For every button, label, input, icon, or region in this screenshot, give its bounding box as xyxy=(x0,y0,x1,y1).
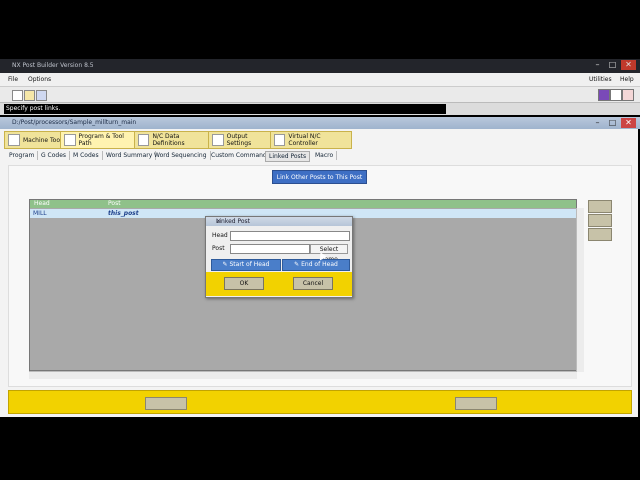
subtab-custom-command[interactable]: Custom Command xyxy=(208,151,271,160)
toolbar xyxy=(0,87,640,103)
column-head: Head xyxy=(34,200,50,207)
help-context-icon[interactable] xyxy=(598,89,610,101)
nc-data-icon xyxy=(138,134,150,146)
program-toolpath-icon xyxy=(64,134,76,146)
menu-file[interactable]: File xyxy=(8,76,18,83)
horizontal-scrollbar[interactable] xyxy=(29,371,577,379)
help-what-icon[interactable] xyxy=(610,89,622,101)
maximize-icon[interactable]: □ xyxy=(606,118,619,128)
row-post-cell: this_post xyxy=(108,210,139,217)
menu-help[interactable]: Help xyxy=(620,76,634,83)
subtab-m-codes[interactable]: M Codes xyxy=(70,151,103,160)
save-icon[interactable] xyxy=(36,90,47,101)
menu-options[interactable]: Options xyxy=(28,76,51,83)
new-file-icon[interactable] xyxy=(12,90,23,101)
post-window-controls: – □ ✕ xyxy=(591,118,636,128)
virtual-nc-icon xyxy=(274,134,286,146)
tab-label: Virtual N/C Controller xyxy=(288,133,321,147)
app-title: NX Post Builder Version 8.5 xyxy=(12,62,94,69)
head-input[interactable] xyxy=(230,231,350,241)
tab-machine-tool[interactable]: Machine Tool xyxy=(4,131,66,149)
post-window-titlebar: D:/Post/processors/Sample_millturn_main … xyxy=(0,117,640,129)
bottom-left-button[interactable] xyxy=(145,397,187,410)
tab-label: Machine Tool xyxy=(23,136,62,144)
close-icon[interactable]: ✕ xyxy=(216,218,344,225)
subtab-g-codes[interactable]: G Codes xyxy=(38,151,71,160)
tab-output-settings[interactable]: Output Settings xyxy=(208,131,276,149)
side-button-2[interactable] xyxy=(588,214,612,227)
vertical-scrollbar[interactable] xyxy=(576,208,584,372)
link-other-posts-button[interactable]: Link Other Posts to This Post xyxy=(272,170,367,184)
menu-utilities[interactable]: Utilities xyxy=(589,76,612,83)
post-label: Post xyxy=(212,245,225,252)
subtab-word-summary[interactable]: Word Summary xyxy=(103,151,157,160)
output-settings-icon xyxy=(212,134,224,146)
status-bar: Specify post links. xyxy=(0,103,640,115)
select-name-button[interactable]: Select Name xyxy=(310,244,348,263)
subtab-program[interactable]: Program xyxy=(6,151,39,160)
maximize-icon[interactable]: □ xyxy=(606,60,619,70)
bottom-right-button[interactable] xyxy=(455,397,497,410)
start-of-head-label: Start of Head xyxy=(229,261,270,268)
head-label: Head xyxy=(212,232,228,239)
dialog-titlebar: Linked Post ✕ xyxy=(206,217,352,226)
minimize-icon[interactable]: – xyxy=(591,60,604,70)
post-input[interactable] xyxy=(230,244,310,254)
ok-button[interactable]: OK xyxy=(224,277,264,290)
close-icon[interactable]: ✕ xyxy=(621,118,636,128)
app-titlebar: NX Post Builder Version 8.5 – □ ✕ xyxy=(0,59,640,73)
app-window-controls: – □ ✕ xyxy=(591,60,636,70)
minimize-icon[interactable]: – xyxy=(591,118,604,128)
sub-tabs: Program G Codes M Codes Word Summary Wor… xyxy=(4,151,634,163)
side-button-3[interactable] xyxy=(588,228,612,241)
subtab-macro[interactable]: Macro xyxy=(312,151,338,160)
tab-label: Program & Tool Path xyxy=(78,133,124,147)
subtab-linked-posts[interactable]: Linked Posts xyxy=(265,151,311,162)
start-of-head-button[interactable]: ✎ Start of Head xyxy=(211,259,281,271)
bottom-action-bar xyxy=(8,390,632,414)
end-of-head-label: End of Head xyxy=(301,261,338,268)
side-button-1[interactable] xyxy=(588,200,612,213)
tab-virtual-nc-controller[interactable]: Virtual N/C Controller xyxy=(270,131,352,149)
tab-program-toolpath[interactable]: Program & Tool Path xyxy=(60,131,140,149)
close-icon[interactable]: ✕ xyxy=(621,60,636,70)
status-message: Specify post links. xyxy=(4,104,446,114)
table-header: Head Post xyxy=(30,200,576,208)
post-window-title: D:/Post/processors/Sample_millturn_main xyxy=(12,119,137,126)
menu-bar: File Options Utilities Help xyxy=(0,73,640,87)
cancel-button[interactable]: Cancel xyxy=(293,277,333,290)
column-post: Post xyxy=(108,200,121,207)
tab-nc-data-definitions[interactable]: N/C Data Definitions xyxy=(134,131,214,149)
open-folder-icon[interactable] xyxy=(24,90,35,101)
tab-label: N/C Data Definitions xyxy=(152,133,185,147)
end-of-head-button[interactable]: ✎ End of Head xyxy=(282,259,350,271)
row-head-cell: MILL xyxy=(33,210,47,217)
tab-label: Output Settings xyxy=(226,133,252,147)
subtab-word-sequencing[interactable]: Word Sequencing xyxy=(151,151,211,160)
help-manual-icon[interactable] xyxy=(622,89,634,101)
machine-tool-icon xyxy=(8,134,20,146)
main-tabs: Machine Tool Program & Tool Path N/C Dat… xyxy=(4,131,634,149)
